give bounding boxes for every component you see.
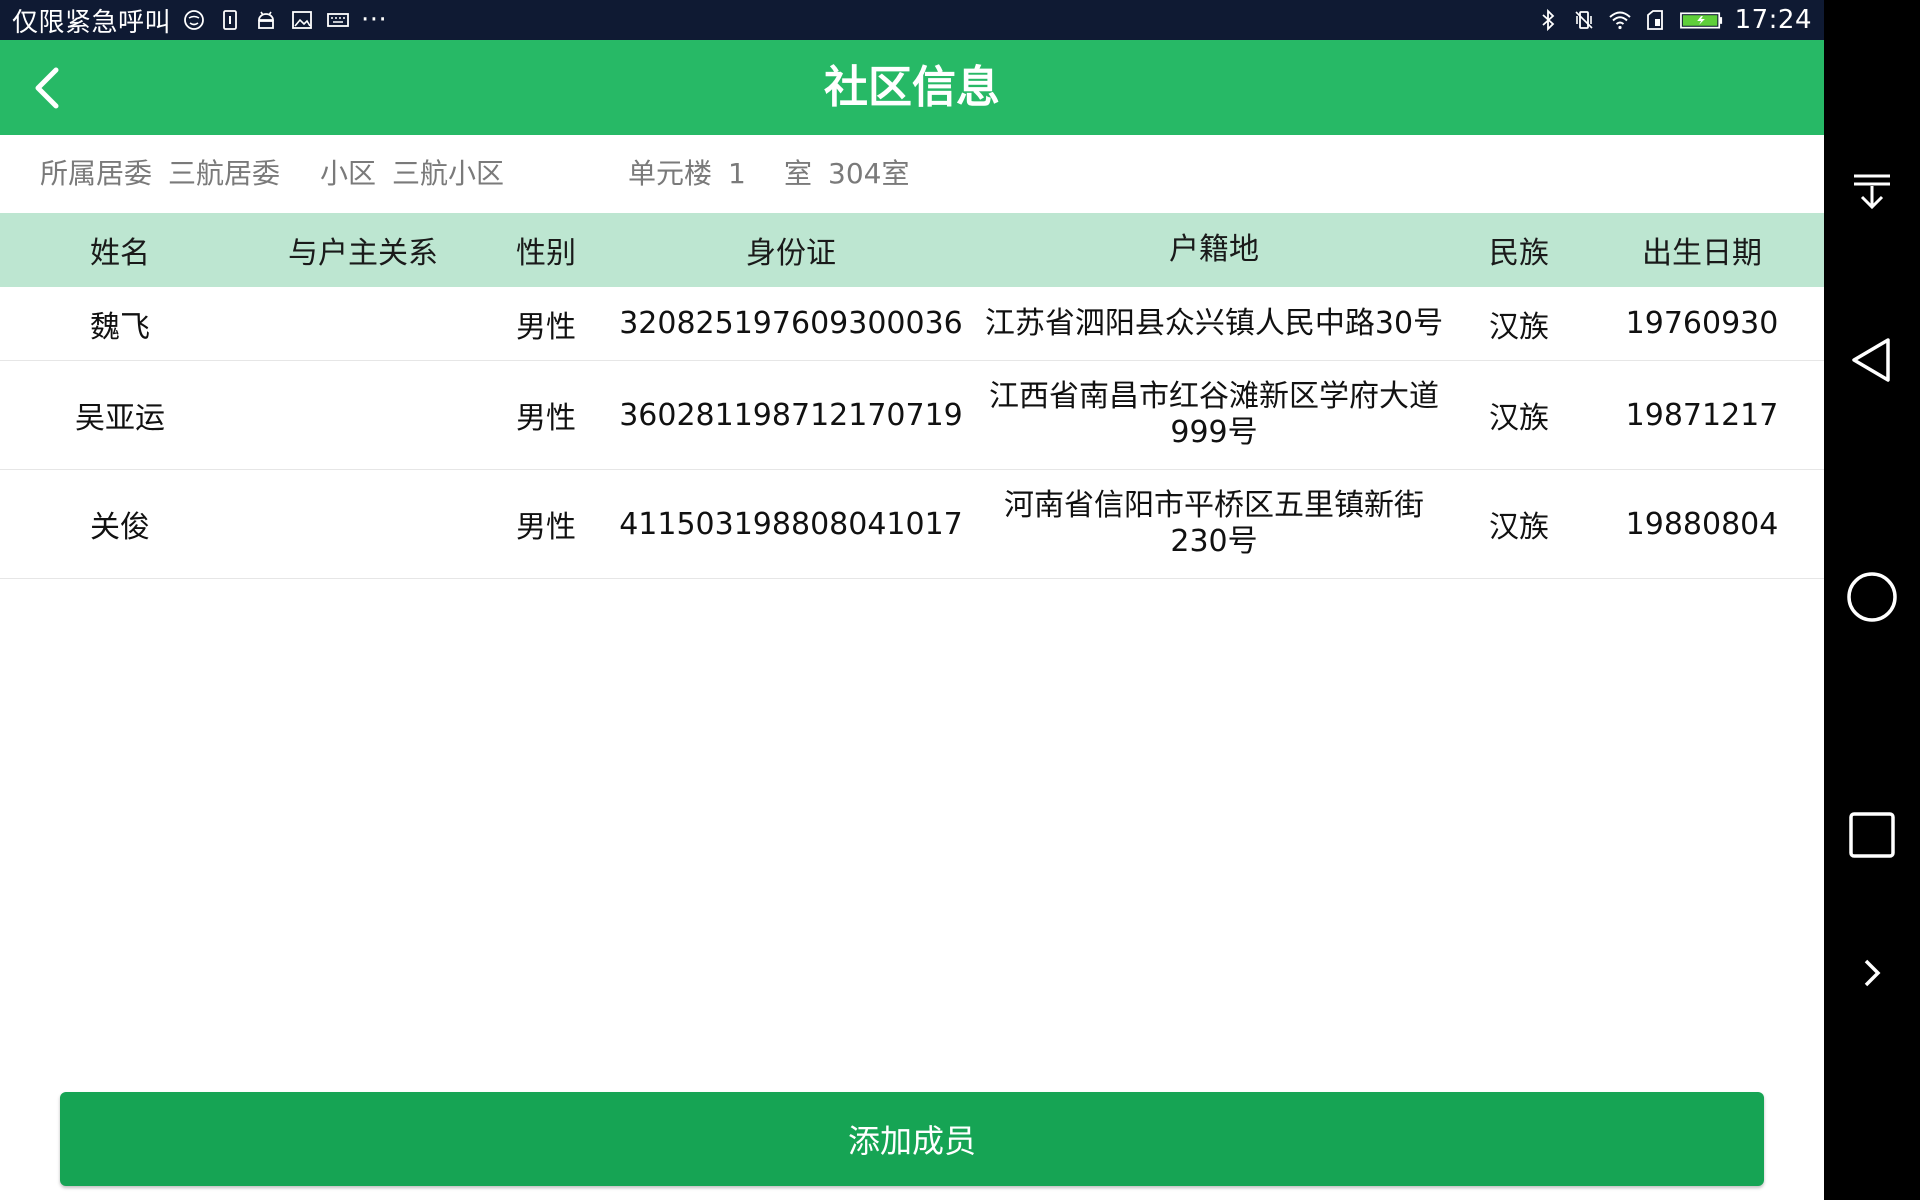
table-header: 姓名 与户主关系 性别 身份证 户籍地 民族 出生日期 — [0, 213, 1824, 287]
member-birth-date: 19871217 — [1625, 397, 1779, 433]
building-info: 单元楼 1 — [628, 135, 746, 213]
members-table: 姓名 与户主关系 性别 身份证 户籍地 民族 出生日期 魏飞 男性 320825… — [0, 213, 1824, 579]
data-icon — [1643, 7, 1669, 33]
member-residence: 江苏省泗阳县众兴镇人民中路30号 — [984, 305, 1444, 341]
face-icon — [181, 7, 207, 33]
back-triangle-icon — [1852, 338, 1890, 382]
system-nav-bar — [1824, 0, 1920, 1200]
member-ethnicity: 汉族 — [1489, 401, 1549, 436]
column-header-ethnicity: 民族 — [1489, 236, 1549, 271]
wifi-icon — [1607, 7, 1633, 33]
column-header-name: 姓名 — [90, 236, 150, 271]
member-id-number: 411503198808041017 — [619, 506, 963, 542]
column-header-gender: 性别 — [516, 236, 576, 271]
nav-back-button[interactable] — [1824, 320, 1920, 400]
community-info: 小区 三航小区 — [320, 135, 504, 213]
household-info: 所属居委 三航居委 小区 三航小区 单元楼 1 室 304室 — [0, 135, 1824, 213]
committee-label: 所属居委 — [40, 157, 153, 190]
member-residence: 江西省南昌市红谷滩新区学府大道999号 — [989, 379, 1439, 450]
community-label: 小区 — [320, 157, 377, 190]
clock: 17:24 — [1734, 5, 1812, 35]
member-gender: 男性 — [516, 510, 576, 545]
building-label: 单元楼 — [628, 157, 713, 190]
sim-icon — [217, 7, 243, 33]
room-label: 室 — [784, 157, 813, 190]
member-gender: 男性 — [516, 401, 576, 436]
nav-recents-button[interactable] — [1824, 795, 1920, 875]
notification-pull-icon — [1854, 174, 1890, 210]
more-indicator: ··· — [361, 5, 388, 35]
table-row[interactable]: 关俊 男性 411503198808041017 河南省信阳市平桥区五里镇新街2… — [0, 470, 1824, 579]
member-id-number: 320825197609300036 — [619, 306, 963, 341]
member-id-number: 360281198712170719 — [619, 397, 963, 433]
keyboard-icon — [325, 7, 351, 33]
member-residence: 河南省信阳市平桥区五里镇新街230号 — [1004, 488, 1424, 559]
member-birth-date: 19760930 — [1625, 306, 1779, 341]
column-header-residence: 户籍地 — [1169, 232, 1259, 267]
room-info: 室 304室 — [784, 135, 909, 213]
android-icon — [253, 7, 279, 33]
committee-info: 所属居委 三航居委 — [40, 135, 280, 213]
vibrate-icon — [1571, 7, 1597, 33]
member-gender: 男性 — [516, 309, 576, 345]
member-name: 关俊 — [90, 510, 150, 545]
column-header-relation: 与户主关系 — [288, 236, 438, 271]
add-member-button[interactable]: 添加成员 — [60, 1092, 1764, 1186]
building-value: 1 — [728, 157, 746, 190]
member-name: 魏飞 — [90, 309, 150, 345]
battery-icon — [1679, 7, 1725, 33]
member-birth-date: 19880804 — [1625, 506, 1779, 542]
page-title: 社区信息 — [824, 62, 1000, 113]
notification-pull-button[interactable] — [1824, 152, 1920, 232]
member-name: 吴亚运 — [75, 401, 165, 436]
column-header-id: 身份证 — [746, 236, 836, 271]
carrier-text: 仅限紧急呼叫 — [12, 7, 172, 38]
community-value: 三航小区 — [392, 157, 505, 190]
nav-home-button[interactable] — [1824, 557, 1920, 637]
status-right: 17:24 — [1535, 5, 1812, 35]
committee-value: 三航居委 — [168, 157, 281, 190]
bluetooth-icon — [1535, 7, 1561, 33]
status-bar: 仅限紧急呼叫 ··· 17:24 — [0, 0, 1824, 40]
member-relation — [240, 361, 486, 469]
chevron-left-icon — [35, 67, 59, 109]
recents-square-icon — [1849, 812, 1895, 858]
image-icon — [289, 7, 315, 33]
column-header-birth-date: 出生日期 — [1642, 236, 1762, 271]
home-circle-icon — [1847, 572, 1897, 622]
table-row[interactable]: 魏飞 男性 320825197609300036 江苏省泗阳县众兴镇人民中路30… — [0, 287, 1824, 361]
member-ethnicity: 汉族 — [1489, 510, 1549, 545]
back-button[interactable] — [22, 60, 78, 116]
room-value: 304室 — [828, 157, 910, 190]
member-relation — [240, 287, 486, 360]
nav-expand-button[interactable] — [1824, 933, 1920, 1013]
member-relation — [240, 470, 486, 578]
status-left: 仅限紧急呼叫 ··· — [12, 2, 387, 39]
table-row[interactable]: 吴亚运 男性 360281198712170719 江西省南昌市红谷滩新区学府大… — [0, 361, 1824, 470]
chevron-right-icon — [1864, 959, 1881, 987]
app-header: 社区信息 — [0, 40, 1824, 135]
member-ethnicity: 汉族 — [1489, 309, 1549, 345]
